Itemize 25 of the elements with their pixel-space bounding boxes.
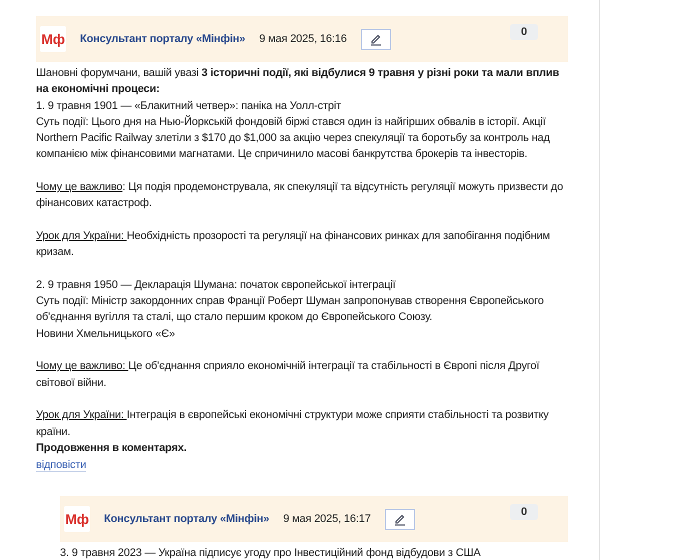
edit-button[interactable] bbox=[360, 28, 391, 50]
author-name[interactable]: Консультант порталу «Мінфін» bbox=[104, 513, 270, 526]
comment-text: 3. 9 травня 2023 — Україна підписує угоду про Інвестиційний фонд відбудови з США bbox=[60, 546, 482, 560]
author-name[interactable]: Консультант порталу «Мінфін» bbox=[80, 33, 246, 45]
comment-text: 1. 9 травня 1901 — «Блакитний четвер»: паніка на Уолл-стріт bbox=[36, 98, 342, 114]
comment-text: Новини Хмельницького «Є» bbox=[36, 326, 176, 342]
comment-text: Урок для України: Необхідність прозорості та регуляції на фінансових ринках для запобігання подібним кризам. bbox=[36, 228, 551, 260]
comment-text: Урок для України: Інтеграція в європейські економічні структури може сприяти стабільності та розвитку країни. bbox=[36, 408, 550, 440]
author-logo: Мф bbox=[40, 26, 66, 52]
comment-text: Шановні форумчани, вашій увазі 3 історичні події, які відбулися 9 травня у різні роки та мали вплив на економічні процеси: bbox=[36, 66, 560, 98]
author-logo: Мф bbox=[64, 506, 90, 532]
edit-button[interactable] bbox=[384, 508, 415, 530]
reply-link[interactable]: відповісти bbox=[36, 459, 86, 472]
comment-date: 9 мая 2025, 16:16 bbox=[259, 33, 347, 45]
pencil-icon bbox=[392, 512, 407, 526]
comment-text: Чому це важливо: Ця подія продемонструвала, як спекуляції та відсутність регуляції можуть призвести до фінансових катастроф. bbox=[36, 180, 564, 212]
vote-count: 0 bbox=[510, 24, 538, 40]
comment-date: 9 мая 2025, 16:17 bbox=[283, 513, 371, 526]
comment-text: Продовження в коментарях. bbox=[36, 440, 188, 456]
comment-text: Суть події: Міністр закордонних справ Франції Роберт Шуман запропонував створення Європейського об'єднання вугілля та сталі, що стало першим кроком до Європейського Союзу. bbox=[36, 294, 545, 326]
comment-text: 2. 9 травня 1950 — Декларація Шумана: початок європейської інтеграції bbox=[36, 278, 397, 293]
comment-text: Чому це важливо: Це об'єднання сприяло економічній інтеграції та стабільності в Європі після Другої світової війни. bbox=[36, 359, 540, 391]
vote-count: 0 bbox=[510, 504, 538, 520]
pencil-icon bbox=[368, 32, 383, 46]
comment-text: Суть події: Цього дня на Нью-Йоркській фондовій біржі стався один із найгірших обвалів в історії. Акції Northern Pacific Railway злетіли з $170 до $1,000 за акцію через спекуляції та боротьбу за контроль над компанією між фінансовими магнатами. Це спричинило масові банкрутства брокерів та інвесторів. bbox=[36, 114, 551, 162]
